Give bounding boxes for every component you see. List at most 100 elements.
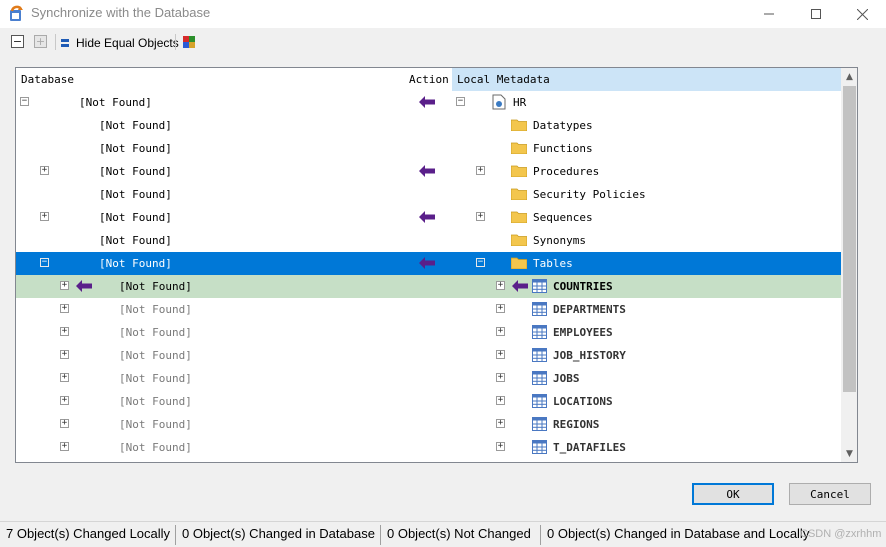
database-cell: [Not Found] (99, 211, 172, 224)
collapse-toggle[interactable]: − (476, 258, 485, 267)
expand-toggle[interactable]: + (60, 396, 69, 405)
collapse-toggle[interactable]: − (40, 258, 49, 267)
local-cell: REGIONS (553, 418, 600, 431)
status-separator (380, 525, 381, 545)
close-button[interactable] (839, 0, 885, 28)
column-header-action[interactable]: Action (404, 68, 452, 91)
local-cell: JOBS (553, 372, 580, 385)
tree-row-departments[interactable]: + [Not Found] + DEPARTMENTS (16, 298, 841, 321)
scroll-thumb[interactable] (843, 86, 856, 392)
expand-toggle[interactable]: + (60, 327, 69, 336)
table-icon (532, 302, 547, 316)
expand-toggle[interactable]: + (40, 212, 49, 221)
compare-tree-panel[interactable]: Database Action Local Metadata − [Not Fo… (15, 67, 858, 463)
arrow-left-icon[interactable] (419, 96, 435, 108)
column-header-local-metadata[interactable]: Local Metadata (452, 68, 841, 91)
local-cell: Security Policies (533, 188, 646, 201)
column-header-database[interactable]: Database (16, 68, 404, 91)
expand-toggle[interactable]: + (496, 281, 505, 290)
expand-toggle[interactable]: + (496, 396, 505, 405)
expand-toggle[interactable]: + (496, 304, 505, 313)
expand-toggle[interactable]: + (496, 373, 505, 382)
schema-icon (492, 94, 506, 110)
arrow-left-icon[interactable] (419, 211, 435, 223)
scroll-up-arrow-icon[interactable]: ▲ (841, 68, 857, 85)
database-cell: [Not Found] (79, 96, 152, 109)
arrow-left-icon[interactable] (419, 257, 435, 269)
tree-row-tables[interactable]: − [Not Found] − Tables (16, 252, 841, 275)
tree-row-countries[interactable]: + [Not Found] + COUNTRIES (16, 275, 841, 298)
tree-row-synonyms[interactable]: [Not Found] Synonyms (16, 229, 841, 252)
tree-row-security-policies[interactable]: [Not Found] Security Policies (16, 183, 841, 206)
tree-row-sequences[interactable]: + [Not Found] + Sequences (16, 206, 841, 229)
local-cell: Datatypes (533, 119, 593, 132)
status-changed-locally: 7 Object(s) Changed Locally (6, 526, 171, 541)
arrow-left-icon[interactable] (419, 165, 435, 177)
minimize-button[interactable] (746, 0, 792, 28)
maximize-icon (811, 9, 821, 19)
expand-toggle[interactable]: + (40, 166, 49, 175)
collapse-toggle[interactable]: − (456, 97, 465, 106)
minimize-icon (764, 13, 774, 15)
tree-row-procedures[interactable]: + [Not Found] + Procedures (16, 160, 841, 183)
local-cell: HR (513, 96, 527, 109)
local-cell: COUNTRIES (553, 280, 613, 293)
folder-icon (511, 211, 527, 223)
local-cell: T_DATAFILES (553, 441, 626, 454)
expand-toggle[interactable]: + (496, 442, 505, 451)
database-cell: [Not Found] (119, 418, 192, 431)
hide-equal-objects-label: Hide Equal Objects (76, 35, 179, 50)
tree-row-job-history[interactable]: + [Not Found] + JOB_HISTORY (16, 344, 841, 367)
local-cell: Functions (533, 142, 593, 155)
color-legend-icon[interactable] (183, 36, 195, 48)
expand-toggle[interactable]: + (476, 166, 485, 175)
tree-row-locations[interactable]: + [Not Found] + LOCATIONS (16, 390, 841, 413)
database-cell: [Not Found] (119, 395, 192, 408)
folder-open-icon (511, 257, 527, 269)
folder-icon (511, 119, 527, 131)
expand-toggle[interactable]: + (60, 350, 69, 359)
expand-toggle[interactable]: + (496, 350, 505, 359)
collapse-all-button[interactable]: − (11, 35, 24, 48)
database-cell: [Not Found] (119, 441, 192, 454)
database-cell: [Not Found] (99, 257, 172, 270)
expand-toggle[interactable]: + (496, 419, 505, 428)
expand-toggle[interactable]: + (496, 327, 505, 336)
tree-row-hr[interactable]: − [Not Found] − HR (16, 91, 841, 114)
expand-toggle[interactable]: + (60, 281, 69, 290)
folder-icon (511, 234, 527, 246)
tree-row-t-datafiles[interactable]: + [Not Found] + T_DATAFILES (16, 436, 841, 459)
tree-row-functions[interactable]: [Not Found] Functions (16, 137, 841, 160)
status-separator (540, 525, 541, 545)
tree-row-regions[interactable]: + [Not Found] + REGIONS (16, 413, 841, 436)
local-cell: LOCATIONS (553, 395, 613, 408)
ok-button[interactable]: OK (692, 483, 774, 505)
database-cell: [Not Found] (99, 119, 172, 132)
expand-toggle[interactable]: + (60, 419, 69, 428)
tree-row-datatypes[interactable]: [Not Found] Datatypes (16, 114, 841, 137)
collapse-toggle[interactable]: − (20, 97, 29, 106)
local-cell: Procedures (533, 165, 600, 178)
arrow-left-icon[interactable] (76, 280, 92, 292)
arrow-left-icon[interactable] (512, 280, 528, 292)
tree-row-employees[interactable]: + [Not Found] + EMPLOYEES (16, 321, 841, 344)
database-cell: [Not Found] (99, 165, 172, 178)
database-cell: [Not Found] (119, 372, 192, 385)
tree-row-jobs[interactable]: + [Not Found] + JOBS (16, 367, 841, 390)
scroll-down-arrow-icon[interactable]: ▼ (841, 445, 857, 462)
maximize-button[interactable] (793, 0, 839, 28)
database-cell: [Not Found] (99, 234, 172, 247)
expand-toggle[interactable]: + (60, 373, 69, 382)
hide-equal-objects-button[interactable]: 〓 Hide Equal Objects (60, 34, 179, 51)
expand-toggle[interactable]: + (60, 304, 69, 313)
vertical-scrollbar[interactable]: ▲ ▼ (841, 68, 857, 462)
status-changed-both: 0 Object(s) Changed in Database and Loca… (547, 526, 810, 541)
title-bar: Synchronize with the Database (0, 0, 886, 28)
expand-toggle[interactable]: + (476, 212, 485, 221)
local-cell: Sequences (533, 211, 593, 224)
cancel-button[interactable]: Cancel (789, 483, 871, 505)
expand-all-button[interactable]: + (34, 35, 47, 48)
local-cell: Tables (533, 257, 573, 270)
table-icon (532, 440, 547, 454)
expand-toggle[interactable]: + (60, 442, 69, 451)
